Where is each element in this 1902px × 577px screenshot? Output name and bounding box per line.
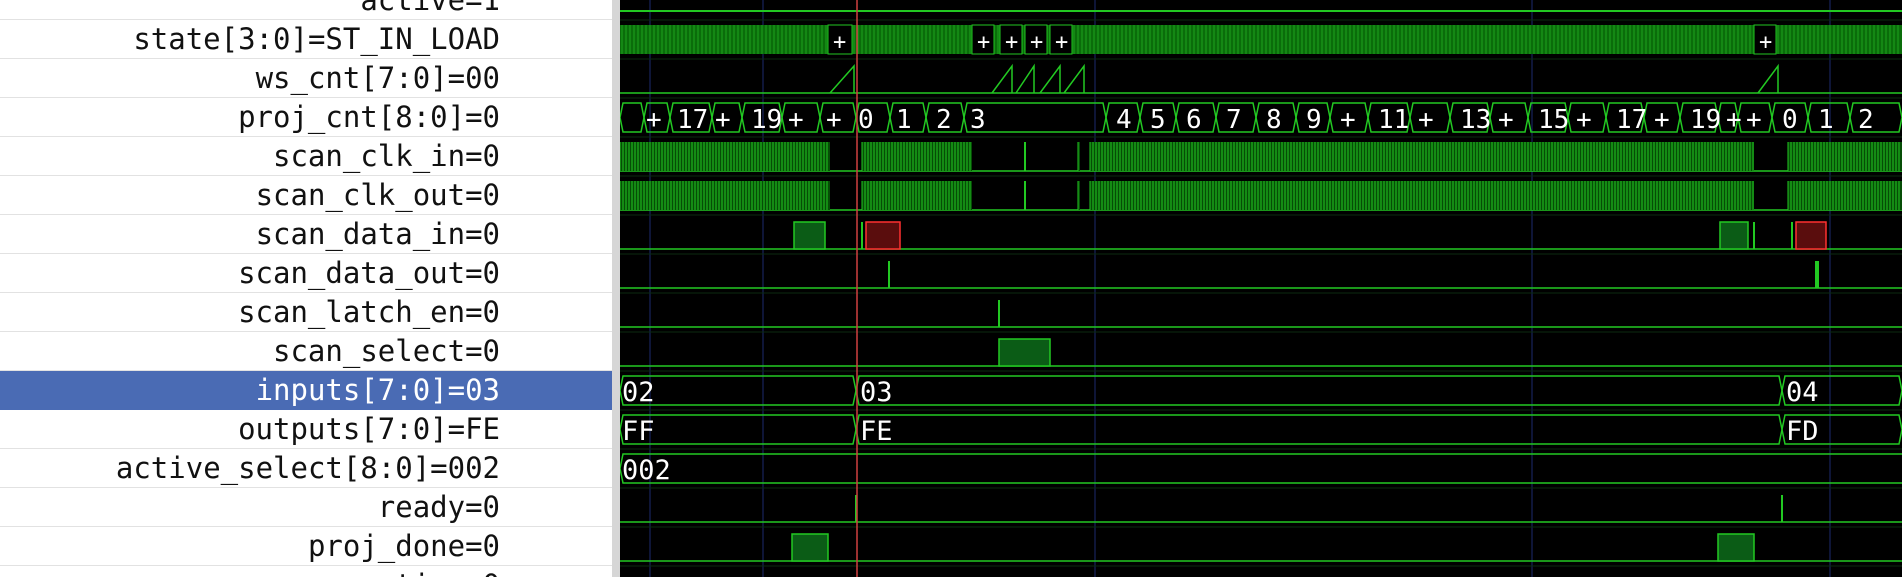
bus-value-label: 0 [1782,105,1798,135]
counter-ramp [1039,63,1061,94]
bus-value-label: + [1576,105,1592,135]
waveform-canvas[interactable]: + + + + + ++ 17 +19 + +0 1 2 3 4 5 6 7 8 9 +11 +13 +15 +17 +19 +… [620,0,1902,577]
high-pulse [1795,221,1827,250]
signal-name-label: ws_cnt[7:0]=00 [255,61,500,95]
bus-value-label: 1 [896,105,912,135]
bus-value-label: 0 [858,105,874,135]
bus-value-label: 11 [1378,105,1409,135]
high-pulse [791,533,829,562]
signal-name-label: inputs[7:0]=03 [255,373,500,407]
bus-value-label: 17 [1616,105,1647,135]
panel-splitter[interactable] [612,0,620,577]
counter-ramp [1015,63,1035,94]
bus-value-label: 4 [1116,105,1132,135]
bus-value-label: 02 [622,377,655,408]
signal-name-panel: active=1 state[3:0]=ST_IN_LOAD ws_cnt[7:0]… [0,0,616,577]
signal-row[interactable]: proj_cnt[8:0]=0 [0,98,612,137]
signal-name-label: scan_clk_in=0 [273,139,500,173]
signal-row[interactable]: scan_latch_en=0 [0,293,612,332]
bus-value-label: + [833,30,846,55]
signal-name-label: scan_data_in=0 [255,217,500,251]
signal-name-label: proj_cnt[8:0]=0 [238,100,500,134]
bus-segment [620,102,645,133]
bus-value-label: 8 [1266,105,1282,135]
high-pulse [793,221,826,250]
bus-value-label: + [646,105,662,135]
bus-value-label: + [1759,30,1772,55]
counter-ramp [991,63,1013,94]
bus-value-label: + [1055,30,1068,55]
signal-row[interactable]: scan_data_out=0 [0,254,612,293]
signal-name-label: scan_clk_out=0 [255,178,500,212]
bus-value-label: + [1030,30,1043,55]
signal-name-label: scan_data_out=0 [238,256,500,290]
signal-row[interactable]: outputs[7:0]=FE [0,410,612,449]
bus-value-label: 002 [622,455,671,486]
signal-name-label: scan_select=0 [273,334,500,368]
bus-value-label: + [788,105,804,135]
signal-name-label: outputs[7:0]=FE [238,412,500,446]
signal-name-label: state[3:0]=ST_IN_LOAD [133,22,500,56]
bus-segment [620,375,857,406]
high-pulse [1719,221,1749,250]
signal-row[interactable]: scan_select=0 [0,332,612,371]
signal-row[interactable]: ws_cnt[7:0]=00 [0,59,612,98]
bus-segment [620,453,1902,484]
signal-row[interactable]: active=0 [0,566,612,577]
high-pulse [865,221,901,250]
bus-value-label: + [1005,30,1018,55]
bus-value-label: + [715,105,731,135]
signal-row[interactable]: inputs[7:0]=03 [0,371,612,410]
signal-name-label: ready=0 [377,490,500,524]
bus-value-label: FE [860,416,893,447]
signal-name-label: active_select[8:0]=002 [115,451,500,485]
bus-value-label: 19 [751,105,782,135]
bus-value-label: FD [1786,416,1819,447]
signal-name-label: proj_done=0 [307,529,500,563]
bus-segment [620,414,857,445]
high-pulse [998,338,1051,367]
bus-value-label: + [1746,105,1762,135]
bus-value-label: + [826,105,842,135]
signal-name-label: active=1 [360,0,500,17]
signal-row[interactable]: scan_clk_out=0 [0,176,612,215]
bus-value-label: 1 [1818,105,1834,135]
bus-value-label: + [1726,105,1742,135]
signal-row[interactable]: scan_data_in=0 [0,215,612,254]
counter-ramp [1063,63,1085,94]
bus-value-label: 17 [677,105,708,135]
bus-value-label: + [1498,105,1514,135]
signal-row[interactable]: active_select[8:0]=002 [0,449,612,488]
signal-row[interactable]: proj_done=0 [0,527,612,566]
bus-value-label: 03 [860,377,893,408]
bus-value-label: 13 [1460,105,1491,135]
bus-value-label: 9 [1306,105,1322,135]
bus-value-label: + [977,30,990,55]
signal-row[interactable]: scan_clk_in=0 [0,137,612,176]
bus-value-label: 5 [1150,105,1166,135]
bus-value-label: + [1418,105,1434,135]
high-pulse [1717,533,1755,562]
signal-name-label: active=0 [360,571,500,577]
counter-ramp [1757,63,1779,94]
bus-value-label: 6 [1186,105,1202,135]
bus-value-label: 7 [1226,105,1242,135]
bus-value-label: 2 [936,105,952,135]
counter-ramp [829,64,855,94]
bus-value-label: 2 [1858,105,1874,135]
bus-value-label: + [1654,105,1670,135]
signal-row[interactable]: ready=0 [0,488,612,527]
bus-value-label: 3 [970,105,986,135]
bus-segment [855,414,1783,445]
signal-name-label: scan_latch_en=0 [238,295,500,329]
bus-value-label: + [1340,105,1356,135]
bus-value-label: 19 [1690,105,1721,135]
signal-row[interactable]: active=1 [0,0,612,20]
bus-value-label: FF [622,416,655,447]
bus-value-label: 15 [1538,105,1569,135]
signal-row[interactable]: state[3:0]=ST_IN_LOAD [0,20,612,59]
bus-segment [855,375,1783,406]
bus-value-label: 04 [1786,377,1819,408]
